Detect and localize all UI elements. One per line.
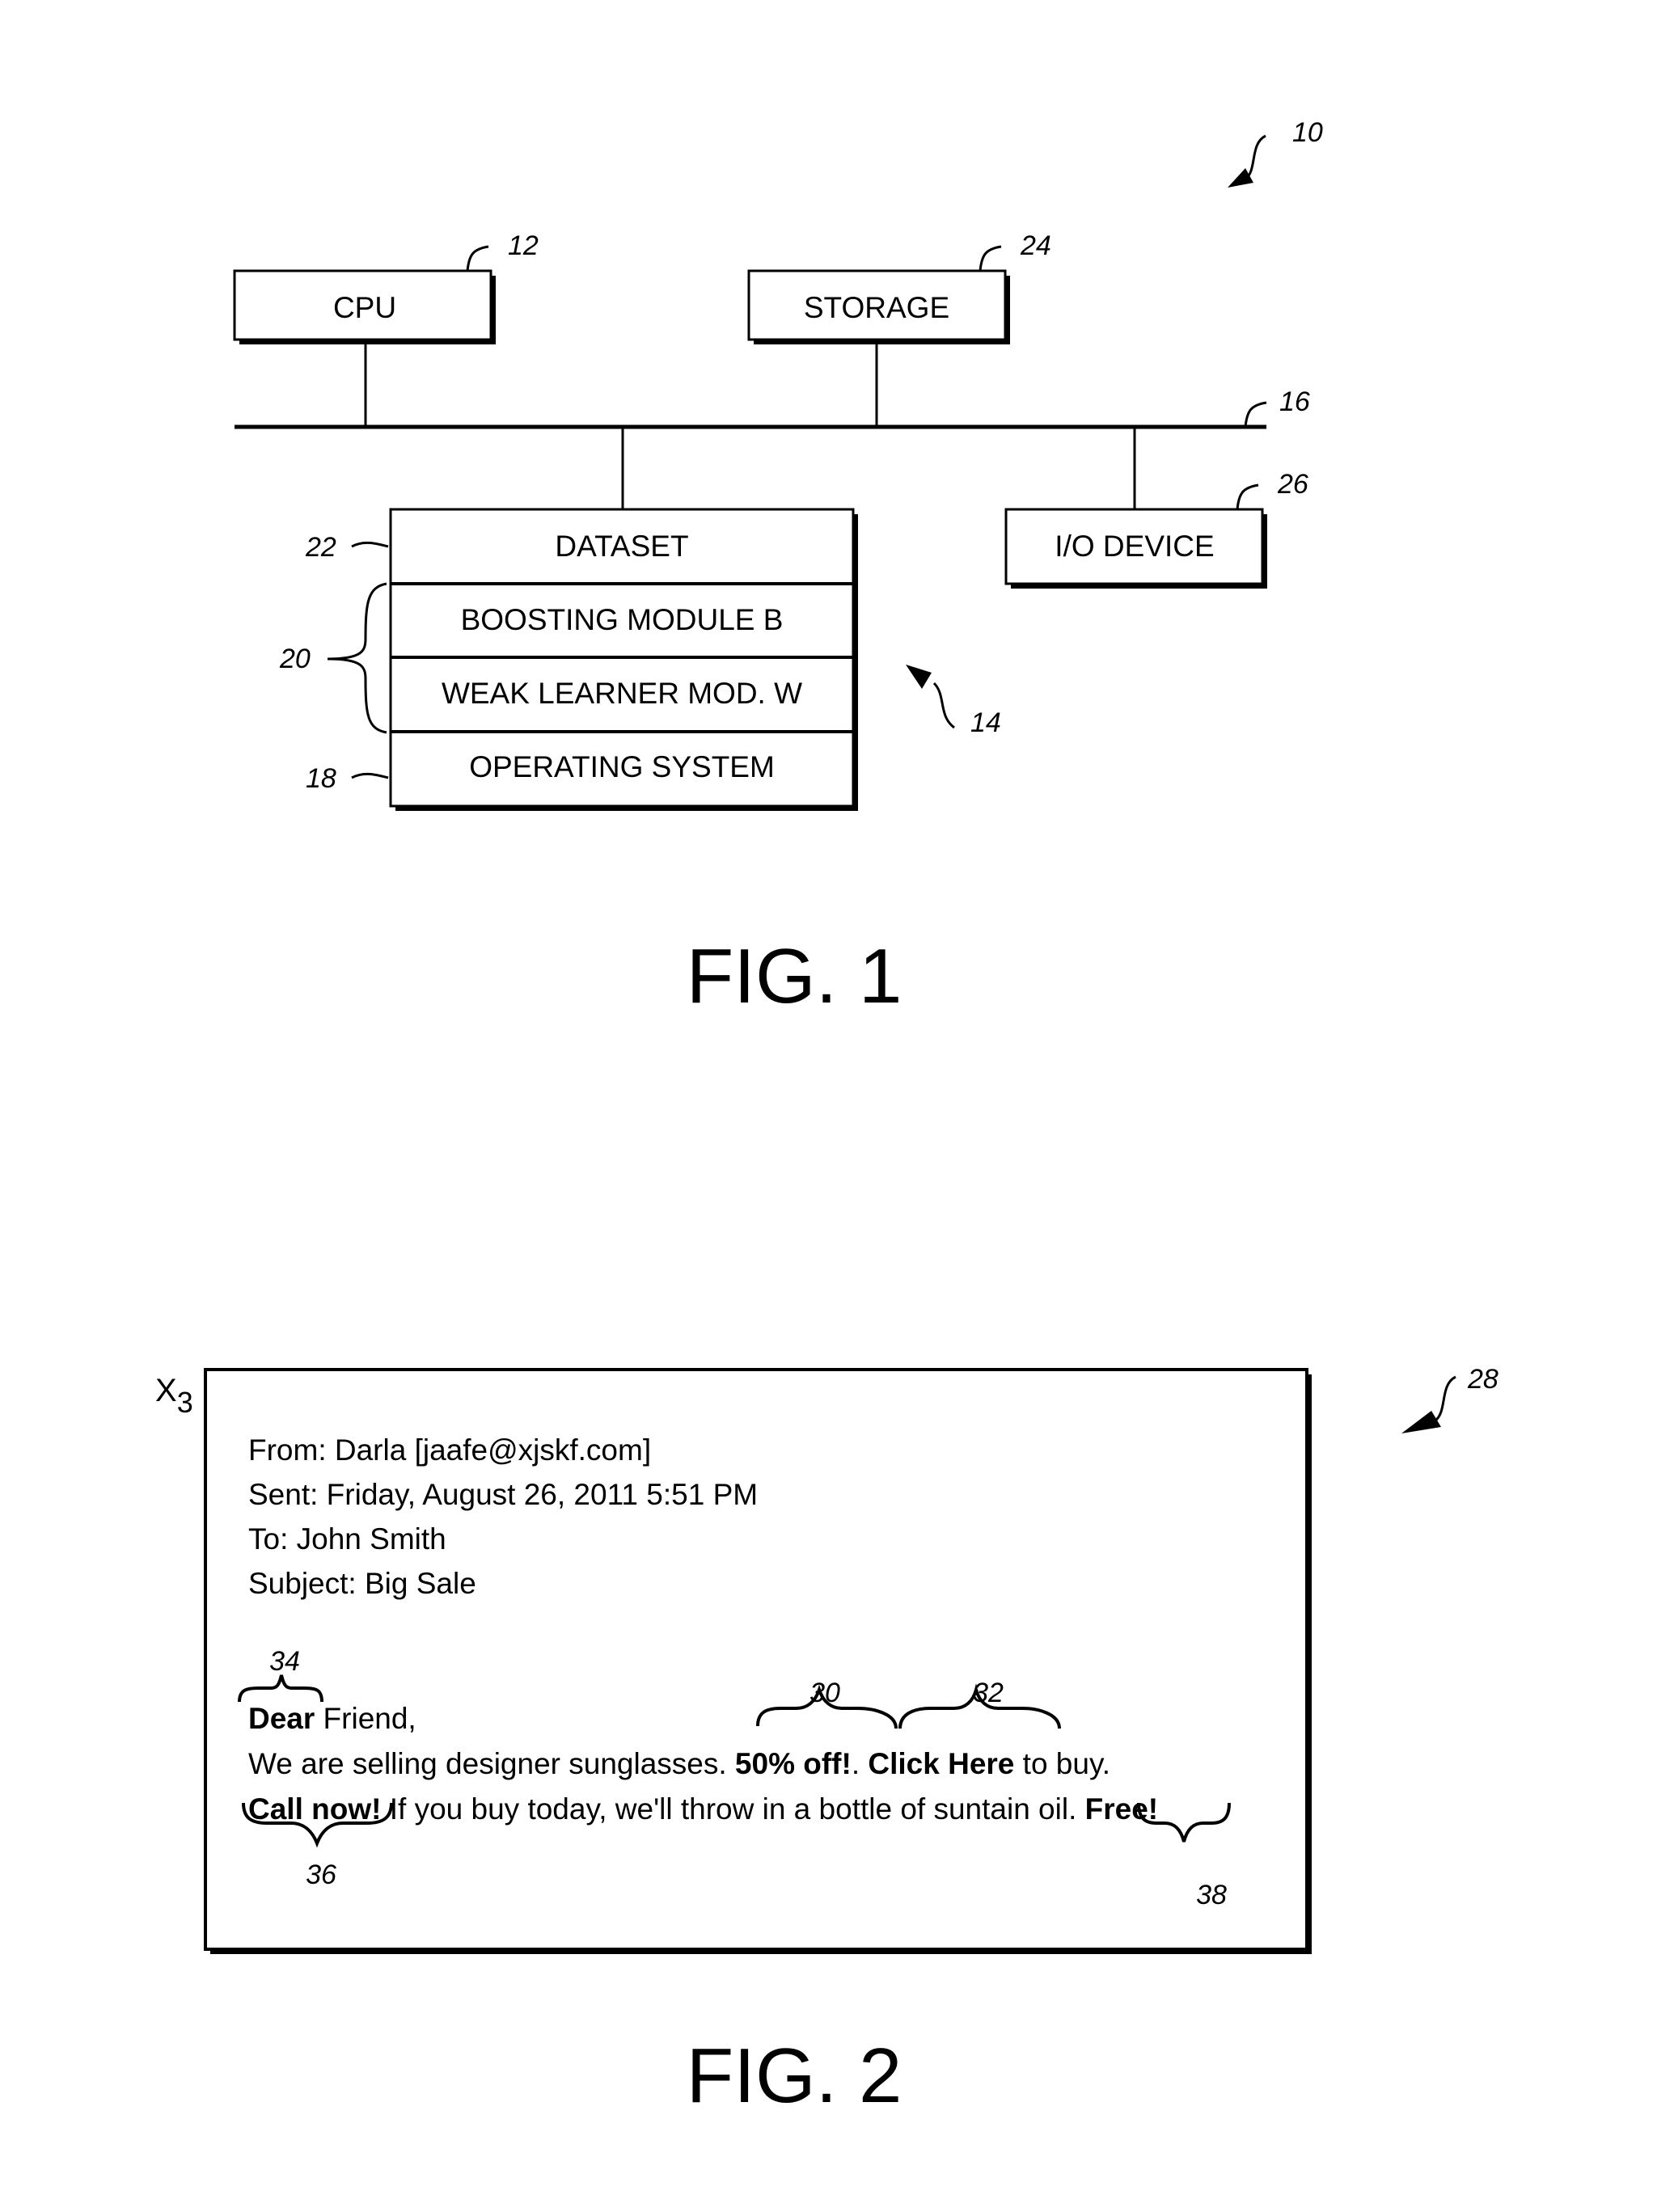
modules-brace xyxy=(327,582,387,734)
email-to: To: John Smith xyxy=(248,1522,446,1556)
line1-text-b: . xyxy=(851,1747,869,1780)
email-subject: Subject: Big Sale xyxy=(248,1567,476,1600)
ref-22: 22 xyxy=(305,532,336,563)
io-leader xyxy=(1236,483,1259,510)
ref-34: 34 xyxy=(269,1646,300,1677)
ref-24: 24 xyxy=(1020,230,1051,261)
dataset-label: DATASET xyxy=(555,530,688,563)
greeting-bold: Dear xyxy=(248,1702,315,1735)
memory-ref-arrow xyxy=(906,665,955,729)
operating-system-label: OPERATING SYSTEM xyxy=(469,750,775,783)
storage-label: STORAGE xyxy=(804,291,949,324)
line1-text-a: We are selling designer sunglasses. xyxy=(248,1747,735,1780)
cpu-leader xyxy=(466,245,489,272)
dataset-leader xyxy=(351,541,389,548)
fig2-ref-arrow xyxy=(1401,1375,1456,1433)
io-device-label: I/O DEVICE xyxy=(1055,530,1214,563)
ref-32: 32 xyxy=(973,1678,1004,1708)
ref-20: 20 xyxy=(279,644,311,674)
line1-text-c: to buy. xyxy=(1014,1747,1110,1780)
doc-label-x3: X3 xyxy=(155,1373,193,1419)
line2-text-a: If you buy today, we'll throw in a bottl… xyxy=(381,1792,1085,1826)
ref-14: 14 xyxy=(970,707,1001,738)
email-greeting: Dear Friend, xyxy=(248,1696,416,1741)
phrase-50-off: 50% off! xyxy=(734,1747,852,1780)
patent-figure: 10 CPU 12 STORAGE 24 16 DATASET BOOSTING… xyxy=(155,117,1498,2119)
os-leader xyxy=(351,772,389,779)
ref-28: 28 xyxy=(1467,1364,1498,1395)
storage-leader xyxy=(979,245,1002,272)
bus-leader xyxy=(1244,401,1267,428)
greeting-rest: Friend, xyxy=(315,1702,416,1735)
email-line1: We are selling designer sunglasses. 50% … xyxy=(248,1741,1110,1786)
cpu-label: CPU xyxy=(333,291,396,324)
weak-learner-label: WEAK LEARNER MOD. W xyxy=(442,677,802,710)
phrase-call-now: Call now! xyxy=(248,1792,382,1826)
email-sent: Sent: Friday, August 26, 2011 5:51 PM xyxy=(248,1478,759,1511)
fig2-caption: FIG. 2 xyxy=(687,2033,902,2119)
ref-12: 12 xyxy=(508,230,539,261)
ref-36: 36 xyxy=(306,1860,336,1890)
ref-10: 10 xyxy=(1292,117,1323,148)
email-line2: Call now! If you buy today, we'll throw … xyxy=(248,1787,1158,1831)
ref-38: 38 xyxy=(1196,1880,1227,1910)
ref-26: 26 xyxy=(1277,469,1308,500)
fig1-caption: FIG. 1 xyxy=(687,933,902,1019)
ref-18: 18 xyxy=(306,763,336,794)
ref-30: 30 xyxy=(809,1678,840,1708)
cpu-box: CPU xyxy=(233,269,496,344)
phrase-click-here: Click Here xyxy=(868,1747,1015,1780)
system-ref-arrow xyxy=(1228,134,1266,188)
phrase-free: Free! xyxy=(1084,1792,1159,1826)
email-from: From: Darla [jaafe@xjskf.com] xyxy=(248,1433,652,1467)
boosting-module-label: BOOSTING MODULE B xyxy=(461,603,784,636)
memory-stack: DATASET BOOSTING MODULE B WEAK LEARNER M… xyxy=(389,508,858,811)
io-device-box: I/O DEVICE xyxy=(1004,508,1267,589)
storage-box: STORAGE xyxy=(747,269,1010,344)
ref-16: 16 xyxy=(1279,386,1310,417)
